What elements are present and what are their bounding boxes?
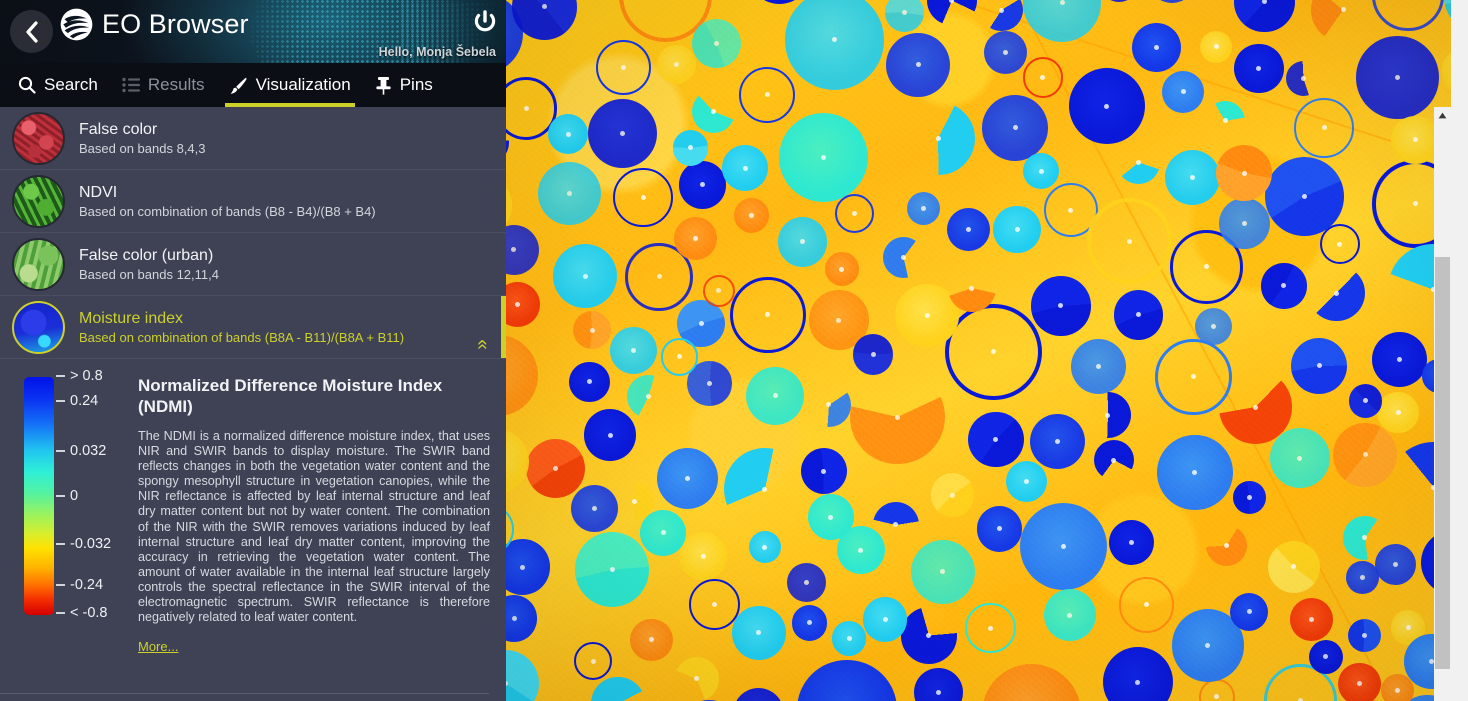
layer-title: False color xyxy=(79,120,158,138)
tab-results[interactable]: Results xyxy=(110,63,217,107)
legend-tick-5: -0.24 xyxy=(56,577,103,593)
list-icon xyxy=(122,77,140,93)
layer-list: False color Based on bands 8,4,3 NDVI Based… xyxy=(0,107,506,359)
layer-title: False color (urban) xyxy=(79,246,214,264)
tick-dash xyxy=(56,584,65,587)
tick-dash xyxy=(56,542,65,545)
layer-item-3[interactable]: Moisture index Based on combination of ba… xyxy=(0,296,506,359)
tick-label: > 0.8 xyxy=(70,368,103,384)
legend-gradient-bar xyxy=(24,377,54,615)
map-viewport[interactable] xyxy=(506,0,1468,701)
layer-item-1[interactable]: NDVI Based on combination of bands (B8 - … xyxy=(0,170,506,233)
collapse-chevron-icon[interactable]: « xyxy=(472,339,493,350)
layer-text: Moisture index Based on combination of ba… xyxy=(79,309,404,346)
layer-text: False color Based on bands 8,4,3 xyxy=(79,120,206,157)
legend-tick-3: 0 xyxy=(56,488,78,504)
layer-subtitle: Based on bands 8,4,3 xyxy=(79,140,206,156)
tick-dash xyxy=(56,611,65,614)
layer-thumbnail-icon xyxy=(12,300,65,354)
tick-dash xyxy=(56,375,65,377)
eo-browser-logo-icon xyxy=(60,8,93,41)
brand[interactable]: EO Browser xyxy=(60,8,249,41)
description-body: The NDMI is a normalized difference mois… xyxy=(138,429,490,625)
layer-detail-panel: > 0.8 0.24 0.032 0 -0.032 -0.24 < -0.8 Normali… xyxy=(0,359,506,657)
tick-label: 0.032 xyxy=(70,442,107,459)
layer-description: Normalized Difference Moisture Index (ND… xyxy=(138,373,490,656)
power-icon xyxy=(474,10,496,32)
tick-dash xyxy=(56,399,65,402)
layer-text: NDVI Based on combination of bands (B8 - … xyxy=(79,183,376,220)
layer-subtitle: Based on bands 12,11,4 xyxy=(79,266,219,282)
tab-search[interactable]: Search xyxy=(0,63,110,107)
tick-label: -0.032 xyxy=(70,535,112,552)
tick-label: 0 xyxy=(70,488,79,505)
layer-title: Moisture index xyxy=(79,309,184,327)
sidebar-scroll-gutter xyxy=(1451,0,1468,701)
layer-title: NDVI xyxy=(79,183,118,201)
tab-results-label: Results xyxy=(147,75,205,94)
tick-label: 0.24 xyxy=(70,392,99,409)
sidebar-scrollbar[interactable] xyxy=(1434,107,1451,701)
scrollbar-thumb[interactable] xyxy=(1435,257,1450,669)
pin-icon xyxy=(375,76,392,95)
legend-tick-0: > 0.8 xyxy=(56,368,103,384)
description-title: Normalized Difference Moisture Index (ND… xyxy=(138,376,443,416)
layer-item-0[interactable]: False color Based on bands 8,4,3 xyxy=(0,107,506,170)
tab-visualization[interactable]: Visualization xyxy=(217,63,363,107)
color-legend: > 0.8 0.24 0.032 0 -0.032 -0.24 < -0.8 xyxy=(18,368,128,623)
triangle-up-icon xyxy=(1438,112,1447,119)
tab-pins-label: Pins xyxy=(399,75,433,94)
chevron-left-icon xyxy=(26,20,38,43)
app-title: EO Browser xyxy=(102,9,249,39)
tab-visualization-label: Visualization xyxy=(255,75,351,94)
tick-label: -0.24 xyxy=(70,577,104,594)
tick-dash xyxy=(56,495,65,498)
layer-subtitle: Based on combination of bands (B8 - B4)/… xyxy=(79,203,376,219)
tab-pins[interactable]: Pins xyxy=(363,63,445,107)
sidebar-panel: EO Browser Hello, Monja Šebela Search Re… xyxy=(0,0,506,701)
layer-subtitle: Based on combination of bands (B8A - B11… xyxy=(79,329,405,345)
layer-item-2[interactable]: False color (urban) Based on bands 12,11,… xyxy=(0,233,506,296)
legend-tick-4: -0.032 xyxy=(56,536,111,552)
tick-dash xyxy=(56,449,65,452)
tab-search-label: Search xyxy=(44,75,98,94)
logout-power-button[interactable] xyxy=(474,10,496,34)
legend-tick-2: 0.032 xyxy=(56,443,106,459)
tick-label: < -0.8 xyxy=(70,604,108,621)
layer-thumbnail-icon xyxy=(12,111,65,165)
search-icon xyxy=(18,76,36,94)
scroll-up-button[interactable] xyxy=(1434,107,1451,124)
legend-tick-6: < -0.8 xyxy=(56,605,107,621)
tab-bar: Search Results Visualization Pins xyxy=(0,63,506,107)
user-greeting: Hello, Monja Šebela xyxy=(378,45,496,59)
back-button[interactable] xyxy=(10,10,53,53)
layer-thumbnail-icon xyxy=(12,174,65,228)
layer-text: False color (urban) Based on bands 12,11,… xyxy=(79,246,219,283)
more-link[interactable]: More... xyxy=(138,639,178,654)
paintbrush-icon xyxy=(229,76,248,95)
sidebar-bottom-divider xyxy=(0,693,489,694)
legend-tick-1: 0.24 xyxy=(56,393,98,409)
map-texture-overlay xyxy=(506,0,1468,701)
layer-thumbnail-icon xyxy=(12,237,65,291)
app-header: EO Browser Hello, Monja Šebela xyxy=(0,0,506,63)
